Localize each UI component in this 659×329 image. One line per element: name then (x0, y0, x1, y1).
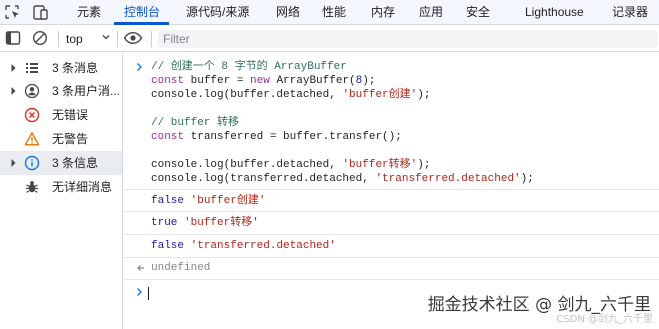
tab-performance[interactable]: 性能 (322, 0, 346, 25)
code-keyword: const (151, 131, 185, 143)
inspect-element-icon[interactable] (4, 4, 22, 21)
tab-network[interactable]: 网络 (276, 0, 300, 25)
code-text: ); (362, 75, 376, 87)
code-text: console.log(buffer.detached, (151, 159, 343, 171)
log-boolean: false (151, 240, 185, 252)
code-comment: // 创建一个 8 字节的 ArrayBuffer (151, 61, 347, 73)
input-chevron-icon (137, 63, 142, 71)
code-text: ); (520, 173, 534, 185)
sidebar-toggle-icon[interactable] (5, 30, 21, 46)
log-string: 'buffer创建' (190, 195, 266, 207)
code-string: 'transferred.detached' (375, 173, 521, 185)
toolbar-divider (151, 31, 152, 47)
active-tab-indicator (114, 22, 169, 25)
log-string: 'transferred.detached' (190, 240, 336, 252)
row-divider (124, 211, 659, 212)
code-line: console.log(buffer.detached, 'buffer转移')… (151, 158, 430, 172)
row-divider (124, 279, 659, 280)
sidebar-item-errors[interactable]: 无错误 (0, 103, 122, 127)
expand-arrow-icon[interactable] (10, 158, 18, 168)
row-divider (124, 257, 659, 258)
console-sidebar: 3 条消息 3 条用户消... 无错误 无警告 3 条信息 无详细消息 (0, 53, 123, 329)
context-selector[interactable]: top (66, 29, 83, 49)
sidebar-item-verbose[interactable]: 无详细消息 (0, 175, 122, 199)
clear-console-icon[interactable] (32, 30, 48, 46)
expand-arrow-icon[interactable] (10, 63, 18, 73)
code-text: ); (417, 89, 431, 101)
filter-input[interactable] (158, 30, 658, 48)
code-line: // 创建一个 8 字节的 ArrayBuffer (151, 60, 347, 74)
sidebar-item-label: 3 条用户消... (52, 84, 121, 98)
sidebar-item-label: 3 条消息 (52, 61, 99, 75)
row-divider (124, 234, 659, 235)
code-line: // buffer 转移 (151, 116, 239, 130)
code-line: const transferred = buffer.transfer(); (151, 130, 402, 144)
code-string: 'buffer创建' (342, 89, 418, 101)
code-comment: // buffer 转移 (151, 117, 240, 129)
console-prompt-caret[interactable] (148, 287, 149, 300)
tab-elements[interactable]: 元素 (77, 0, 101, 25)
watermark-sub: CSDN @剑九_六千里 (556, 314, 653, 325)
code-text: ArrayBuffer( (269, 75, 356, 87)
return-value-icon (137, 265, 144, 271)
toolbar-divider (58, 31, 59, 47)
code-text: buffer = (184, 75, 251, 87)
log-string: 'buffer转移' (184, 217, 259, 229)
device-toolbar-icon[interactable] (32, 4, 50, 21)
log-boolean: false (151, 195, 185, 207)
tab-security[interactable]: 安全 (466, 0, 490, 25)
code-text: transferred = buffer.transfer(); (184, 131, 402, 143)
code-line: const buffer = new ArrayBuffer(8); (151, 74, 375, 88)
sidebar-item-label: 无详细消息 (52, 180, 113, 194)
devtools-tab-bar: 元素 控制台 源代码/来源 网络 性能 内存 应用 安全 Lighthouse … (0, 0, 659, 25)
user-icon (24, 83, 40, 99)
code-line: console.log(transferred.detached, 'trans… (151, 172, 534, 186)
bug-icon (26, 181, 38, 193)
log-output-row[interactable]: false 'buffer创建' (151, 194, 265, 208)
info-icon (24, 155, 40, 171)
code-string: 'buffer转移' (342, 159, 418, 171)
code-text: console.log(transferred.detached, (151, 173, 376, 185)
sidebar-item-info[interactable]: 3 条信息 (0, 151, 122, 175)
sidebar-item-label: 无错误 (52, 108, 89, 122)
return-value: undefined (151, 262, 211, 274)
code-text: ); (417, 159, 431, 171)
console-output[interactable]: // 创建一个 8 字节的 ArrayBuffer const buffer =… (124, 53, 659, 329)
tab-lighthouse[interactable]: Lighthouse (525, 0, 584, 25)
console-toolbar: top (0, 26, 659, 52)
log-boolean: true (151, 217, 178, 229)
log-output-row[interactable]: false 'transferred.detached' (151, 239, 336, 253)
sidebar-item-user-messages[interactable]: 3 条用户消... (0, 79, 122, 103)
prompt-chevron-icon (137, 288, 142, 296)
live-expression-eye-icon[interactable] (123, 30, 143, 46)
error-icon (24, 107, 40, 123)
log-output-row[interactable]: true 'buffer转移' (151, 216, 259, 230)
sidebar-item-messages[interactable]: 3 条消息 (0, 56, 122, 80)
row-divider (124, 189, 659, 190)
code-keyword: const (151, 75, 185, 87)
code-line: console.log(buffer.detached, 'buffer创建')… (151, 88, 430, 102)
toolbar-divider (117, 31, 118, 47)
tab-sources[interactable]: 源代码/来源 (186, 0, 249, 25)
sidebar-item-label: 无警告 (52, 132, 89, 146)
warning-icon (24, 132, 40, 146)
code-keyword: new (250, 75, 270, 87)
tab-application[interactable]: 应用 (419, 0, 443, 25)
code-text: console.log(buffer.detached, (151, 89, 343, 101)
sidebar-item-warnings[interactable]: 无警告 (0, 127, 122, 151)
expand-arrow-icon[interactable] (10, 86, 18, 96)
tab-recorder[interactable]: 记录器 (612, 0, 648, 25)
chevron-down-icon[interactable] (101, 32, 111, 42)
tab-memory[interactable]: 内存 (371, 0, 395, 25)
sidebar-item-label: 3 条信息 (52, 156, 99, 170)
list-icon (26, 63, 38, 73)
